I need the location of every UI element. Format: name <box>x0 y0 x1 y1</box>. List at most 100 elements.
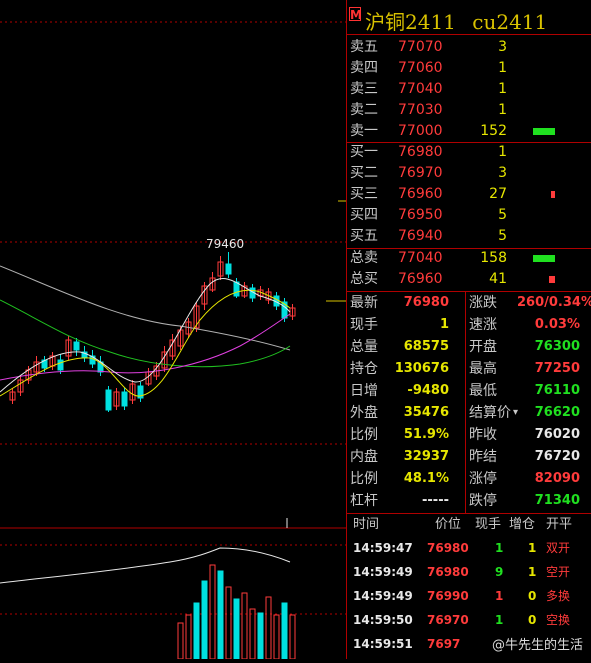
tick-row[interactable]: 14:59:47 76980 1 1 双开 <box>347 536 591 560</box>
ask-price: 77000 <box>398 123 443 139</box>
bid-label: 买一 <box>350 144 378 160</box>
total-row[interactable]: 总卖 77040 158 <box>347 248 591 269</box>
ask-row[interactable]: 卖一 77000 152 <box>347 121 591 142</box>
stat-label: 昨收 <box>469 427 497 443</box>
symbol-title: 沪铜2411 cu2411 <box>365 6 547 35</box>
watermark-text: @牛先生的生活 <box>491 638 583 653</box>
bid-row[interactable]: 买一 76980 1 <box>347 142 591 163</box>
stat-label: 现手 <box>350 317 378 333</box>
stat-label: 比例 <box>350 427 378 443</box>
open-interest-line <box>0 547 291 584</box>
bid-label: 买四 <box>350 207 378 223</box>
tick-time: 14:59:50 <box>353 613 413 627</box>
tick-type: 多换 <box>546 589 571 603</box>
total-row[interactable]: 总买 76960 41 <box>347 269 591 290</box>
bid-label: 买二 <box>350 165 378 181</box>
bid-volume: 1 <box>498 144 507 160</box>
bid-volume: 27 <box>489 186 507 202</box>
bid-volume-bar <box>551 191 555 198</box>
volume-bar-up <box>185 614 192 660</box>
volume-bar-down <box>217 570 224 660</box>
stat-value: 76980 <box>403 295 449 310</box>
stat-label: 最新 <box>350 295 378 311</box>
stat-value: ----- <box>422 493 449 508</box>
ask-row[interactable]: 卖三 77040 1 <box>347 79 591 100</box>
ask-volume: 1 <box>498 81 507 97</box>
stat-value: 76110 <box>534 383 580 398</box>
candle-down <box>105 389 112 411</box>
tick-price: 76970 <box>427 613 469 627</box>
ticks-header: 时间 价位 现手 增仓 开平 <box>347 515 591 535</box>
quote-panel: M 沪铜2411 cu2411 卖五 77070 3 卖四 77060 1 卖三 77040 1… <box>346 0 591 659</box>
volume-bar-down <box>193 602 200 660</box>
ticks-header-time: 时间 <box>353 517 380 532</box>
tick-price: 76990 <box>427 589 469 603</box>
kline-chart-pane[interactable]: 79460 <box>0 0 346 660</box>
m-badge-icon: M <box>349 7 362 22</box>
ask-volume: 152 <box>480 123 507 139</box>
total-price: 76960 <box>398 271 443 287</box>
ask-label: 卖三 <box>350 81 378 97</box>
candle-down <box>73 341 80 351</box>
stat-label: 跌停 <box>469 493 497 509</box>
volume-bar-up <box>225 586 232 660</box>
ticks-header-price: 价位 <box>435 517 462 532</box>
bid-row[interactable]: 买二 76970 3 <box>347 163 591 184</box>
volume-bar-down <box>201 580 208 660</box>
stat-label: 持仓 <box>350 361 378 377</box>
volume-bar-up <box>209 564 216 660</box>
tick-hand: 9 <box>495 565 504 579</box>
stat-value: 130676 <box>394 361 449 376</box>
volume-bar-up <box>289 614 296 660</box>
stat-label: 速涨 <box>469 317 497 333</box>
high-price-label: 79460 <box>206 237 245 251</box>
chevron-down-icon[interactable]: ▾ <box>513 402 518 424</box>
moving-average-line <box>0 265 291 351</box>
tick-time: 14:59:51 <box>353 637 413 651</box>
stat-value: 0.03% <box>534 317 580 332</box>
tick-time: 14:59:49 <box>353 565 413 579</box>
bid-volume: 3 <box>498 165 507 181</box>
ask-volume: 3 <box>498 39 507 55</box>
stat-row: 现手 1 速涨 0.03% <box>347 314 591 336</box>
tick-position-change: 0 <box>528 589 537 603</box>
stat-label: 杠杆 <box>350 493 378 509</box>
ask-row[interactable]: 卖五 77070 3 <box>347 37 591 58</box>
ask-row[interactable]: 卖二 77030 1 <box>347 100 591 121</box>
total-volume-bar <box>549 276 555 283</box>
candlestick-chart[interactable] <box>0 0 346 660</box>
ask-volume: 1 <box>498 60 507 76</box>
tick-row[interactable]: 14:59:49 76990 1 0 多换 <box>347 584 591 608</box>
bid-row[interactable]: 买五 76940 5 <box>347 226 591 247</box>
ask-label: 卖五 <box>350 39 378 55</box>
tick-type: 空换 <box>546 613 571 627</box>
bid-label: 买五 <box>350 228 378 244</box>
ask-volume: 1 <box>498 102 507 118</box>
stat-label: 最高 <box>469 361 497 377</box>
bid-price: 76960 <box>398 186 443 202</box>
total-volume-bar <box>533 255 555 262</box>
stat-value: 35476 <box>403 405 449 420</box>
bid-row[interactable]: 买三 76960 27 <box>347 184 591 205</box>
stat-value: 82090 <box>534 471 580 486</box>
stat-value: 77250 <box>534 361 580 376</box>
candle-down <box>225 263 232 275</box>
stat-label: 外盘 <box>350 405 378 421</box>
moving-average-line <box>0 299 291 368</box>
ticks-header-hand: 现手 <box>475 517 502 532</box>
bid-row[interactable]: 买四 76950 5 <box>347 205 591 226</box>
tick-row[interactable]: 14:59:50 76970 1 0 空换 <box>347 608 591 632</box>
volume-bar-down <box>281 602 288 660</box>
tick-row[interactable]: 14:59:49 76980 9 1 空开 <box>347 560 591 584</box>
tick-hand: 1 <box>495 613 504 627</box>
bid-label: 买三 <box>350 186 378 202</box>
bid-price: 76980 <box>398 144 443 160</box>
ask-row[interactable]: 卖四 77060 1 <box>347 58 591 79</box>
volume-bar-up <box>241 592 248 660</box>
stat-value: 76300 <box>534 339 580 354</box>
tick-hand: 1 <box>495 589 504 603</box>
stat-label: 日增 <box>350 383 378 399</box>
stat-row: 总量 68575 开盘 76300 <box>347 336 591 358</box>
stat-label: 比例 <box>350 471 378 487</box>
volume-bar-up <box>265 596 272 660</box>
